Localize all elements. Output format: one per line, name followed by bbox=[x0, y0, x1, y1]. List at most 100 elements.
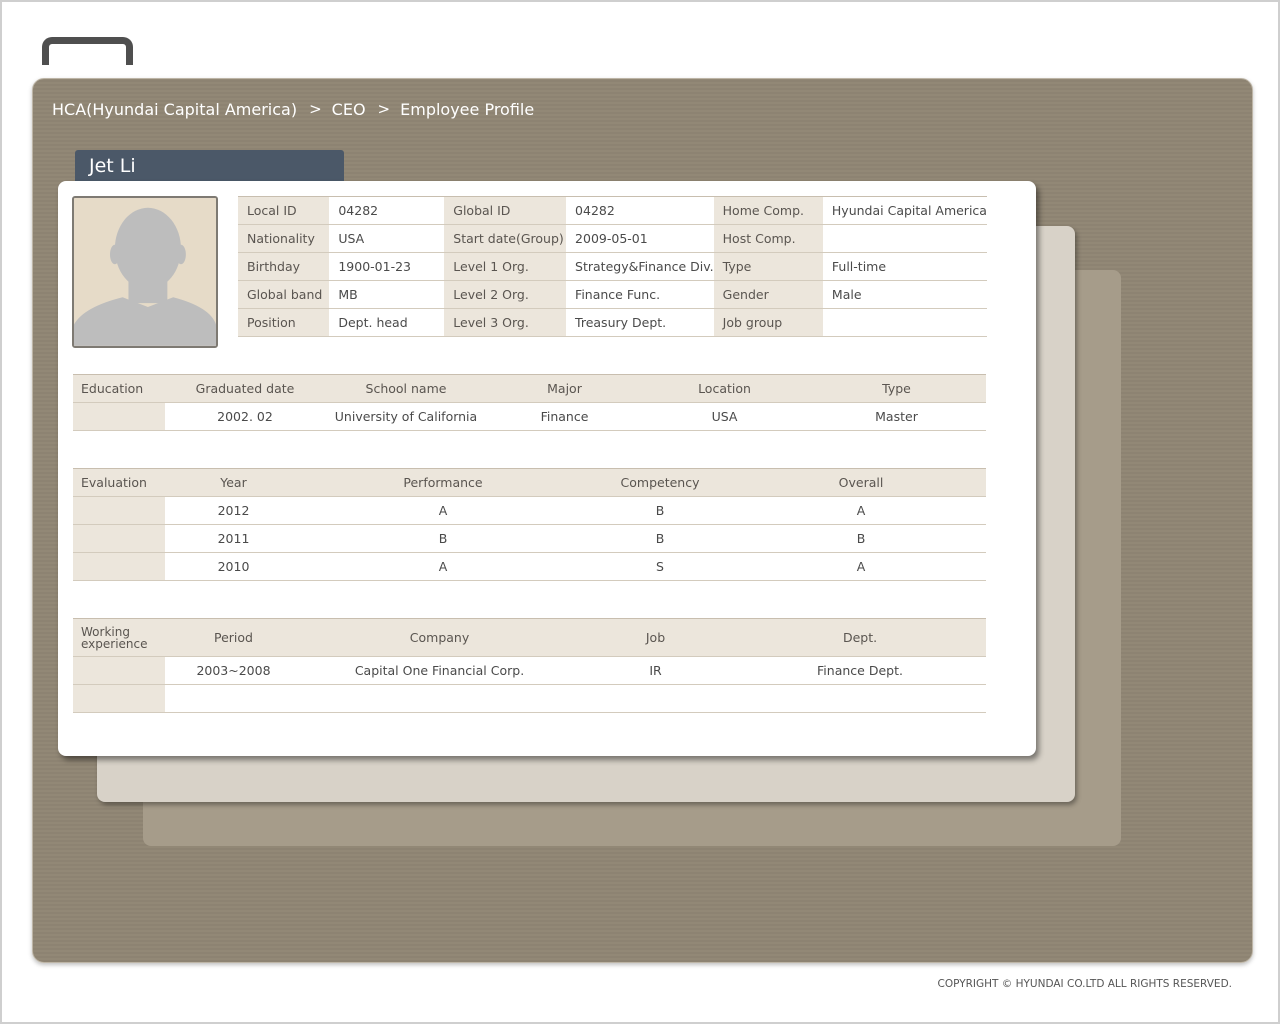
chevron-right-icon: > bbox=[377, 100, 391, 118]
column-header: Major bbox=[487, 374, 642, 403]
work-header-row: Working experience Period Company Job Dep… bbox=[73, 618, 986, 657]
work-title-line2: experience bbox=[81, 636, 148, 651]
breadcrumb-page: Employee Profile bbox=[400, 99, 535, 119]
global-band-value: MB bbox=[329, 280, 445, 309]
table-cell: Finance bbox=[487, 402, 642, 431]
column-header: Type bbox=[807, 374, 986, 403]
gender-value: Male bbox=[822, 280, 987, 309]
nationality-label: Nationality bbox=[238, 224, 330, 253]
host-comp-value bbox=[822, 224, 987, 253]
evaluation-section: Evaluation Year Performance Competency O… bbox=[73, 468, 986, 581]
table-cell bbox=[734, 684, 986, 713]
column-header: Period bbox=[165, 618, 302, 657]
table-cell bbox=[577, 684, 734, 713]
start-date-label: Start date(Group) bbox=[444, 224, 567, 253]
column-header: Dept. bbox=[734, 618, 986, 657]
evaluation-title: Evaluation bbox=[73, 468, 165, 497]
local-id-value: 04282 bbox=[329, 196, 445, 225]
home-comp-value: Hyundai Capital America bbox=[822, 196, 987, 225]
table-cell: 2003~2008 bbox=[165, 656, 302, 685]
column-header: Competency bbox=[584, 468, 736, 497]
table-cell: 2012 bbox=[165, 496, 302, 525]
breadcrumb-level[interactable]: CEO bbox=[332, 100, 366, 119]
table-cell: 2002. 02 bbox=[165, 402, 325, 431]
nationality-value: USA bbox=[329, 224, 445, 253]
level3-value: Treasury Dept. bbox=[566, 308, 714, 337]
level1-value: Strategy&Finance Div. bbox=[566, 252, 714, 281]
table-cell: Master bbox=[807, 402, 986, 431]
table-row: 2010 A S A bbox=[73, 552, 986, 581]
profile-card: Local ID 04282 Global ID 04282 Home Comp… bbox=[58, 181, 1036, 756]
table-row: 2012 A B A bbox=[73, 496, 986, 525]
position-label: Position bbox=[238, 308, 330, 337]
birthday-value: 1900-01-23 bbox=[329, 252, 445, 281]
column-header: Company bbox=[302, 618, 577, 657]
education-header-row: Education Graduated date School name Maj… bbox=[73, 374, 986, 403]
table-row: 2003~2008 Capital One Financial Corp. IR… bbox=[73, 656, 986, 685]
top-handle bbox=[42, 37, 133, 65]
evaluation-table: Evaluation Year Performance Competency O… bbox=[73, 468, 986, 581]
education-section: Education Graduated date School name Maj… bbox=[73, 374, 986, 431]
row-side-cell bbox=[73, 402, 165, 431]
table-cell: IR bbox=[577, 656, 734, 685]
column-header: Overall bbox=[736, 468, 986, 497]
work-experience-section: Working experience Period Company Job Dep… bbox=[73, 618, 986, 713]
info-row: Nationality USA Start date(Group) 2009-0… bbox=[238, 224, 987, 253]
column-header: Year bbox=[165, 468, 302, 497]
table-cell: USA bbox=[642, 402, 807, 431]
level3-label: Level 3 Org. bbox=[444, 308, 567, 337]
info-row: Local ID 04282 Global ID 04282 Home Comp… bbox=[238, 196, 987, 225]
table-cell: B bbox=[584, 524, 736, 553]
table-row: 2002. 02 University of California Financ… bbox=[73, 402, 986, 431]
level1-label: Level 1 Org. bbox=[444, 252, 567, 281]
table-cell: S bbox=[584, 552, 736, 581]
global-id-label: Global ID bbox=[444, 196, 567, 225]
table-cell: A bbox=[302, 552, 584, 581]
position-value: Dept. head bbox=[329, 308, 445, 337]
table-row bbox=[73, 684, 986, 713]
breadcrumb: HCA(Hyundai Capital America) > CEO > Emp… bbox=[52, 98, 534, 120]
education-table: Education Graduated date School name Maj… bbox=[73, 374, 986, 431]
info-row: Birthday 1900-01-23 Level 1 Org. Strateg… bbox=[238, 252, 987, 281]
table-cell: B bbox=[302, 524, 584, 553]
copyright-footer: COPYRIGHT © HYUNDAI CO.LTD ALL RIGHTS RE… bbox=[937, 978, 1233, 990]
birthday-label: Birthday bbox=[238, 252, 330, 281]
row-side-cell bbox=[73, 684, 165, 713]
evaluation-header-row: Evaluation Year Performance Competency O… bbox=[73, 468, 986, 497]
job-group-label: Job group bbox=[713, 308, 823, 337]
local-id-label: Local ID bbox=[238, 196, 330, 225]
table-cell: B bbox=[584, 496, 736, 525]
job-group-value bbox=[822, 308, 987, 337]
column-header: Job bbox=[577, 618, 734, 657]
table-cell: University of California bbox=[325, 402, 487, 431]
column-header: Performance bbox=[302, 468, 584, 497]
column-header: Graduated date bbox=[165, 374, 325, 403]
host-comp-label: Host Comp. bbox=[713, 224, 823, 253]
work-experience-table: Working experience Period Company Job Dep… bbox=[73, 618, 986, 713]
table-cell: A bbox=[302, 496, 584, 525]
row-side-cell bbox=[73, 656, 165, 685]
breadcrumb-company[interactable]: HCA(Hyundai Capital America) bbox=[52, 100, 297, 119]
row-side-cell bbox=[73, 552, 165, 581]
table-cell: A bbox=[736, 552, 986, 581]
employee-name: Jet Li bbox=[89, 155, 136, 177]
global-band-label: Global band bbox=[238, 280, 330, 309]
education-title: Education bbox=[73, 374, 165, 403]
column-header: School name bbox=[325, 374, 487, 403]
info-table: Local ID 04282 Global ID 04282 Home Comp… bbox=[238, 196, 987, 337]
level2-value: Finance Func. bbox=[566, 280, 714, 309]
profile-photo bbox=[72, 196, 218, 348]
table-cell: Finance Dept. bbox=[734, 656, 986, 685]
table-cell bbox=[165, 684, 302, 713]
level2-label: Level 2 Org. bbox=[444, 280, 567, 309]
column-header: Location bbox=[642, 374, 807, 403]
table-cell: 2011 bbox=[165, 524, 302, 553]
table-cell bbox=[302, 684, 577, 713]
table-cell: A bbox=[736, 496, 986, 525]
info-row: Position Dept. head Level 3 Org. Treasur… bbox=[238, 308, 987, 337]
global-id-value: 04282 bbox=[566, 196, 714, 225]
row-side-cell bbox=[73, 496, 165, 525]
avatar-silhouette-icon bbox=[74, 198, 216, 346]
table-cell: Capital One Financial Corp. bbox=[302, 656, 577, 685]
row-side-cell bbox=[73, 524, 165, 553]
